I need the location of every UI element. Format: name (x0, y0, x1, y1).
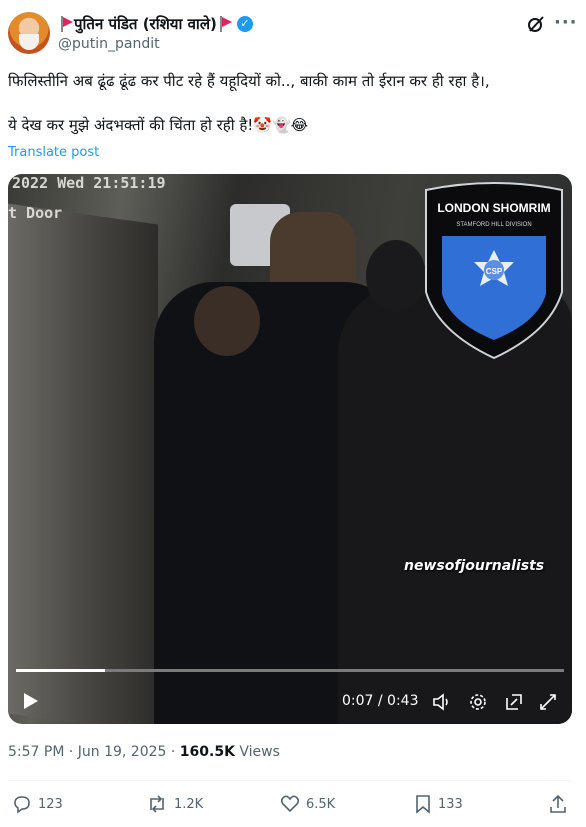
reply-icon (14, 796, 30, 814)
bookmark-count: 133 (438, 796, 463, 812)
video-time-display: 0:07 / 0:43 (342, 693, 419, 709)
author-name-row[interactable]: पुतिन पंडित (रशिया वाले) ✓ (58, 14, 253, 34)
avatar[interactable] (8, 12, 50, 54)
volume-icon[interactable] (432, 692, 452, 712)
video-player[interactable]: 2022 Wed 21:51:19 t Door LONDON SHOMRIM … (8, 174, 572, 724)
post-line-2: ये देख कर मुझे अंदभक्तों की चिंता हो रही… (8, 116, 309, 134)
shomrim-badge-icon: LONDON SHOMRIM STAMFORD HILL DIVISION CS… (425, 182, 563, 360)
badge-emblem-text: CSP (486, 267, 503, 276)
video-wall-shape (8, 203, 158, 724)
translate-post-link[interactable]: Translate post (8, 145, 99, 160)
post-meta: 5:57 PM · Jun 19, 2025 · 160.5K Views (8, 744, 280, 760)
video-person-head-shape (366, 240, 426, 312)
play-icon[interactable] (22, 692, 40, 710)
share-icon (550, 794, 566, 813)
views-count: 160.5K (179, 744, 235, 760)
like-button[interactable]: 6.5K (280, 794, 335, 814)
verified-badge-icon: ✓ (236, 16, 253, 32)
bookmark-icon (416, 795, 430, 814)
video-watermark: newsofjournalists (404, 558, 545, 574)
repost-icon (150, 795, 164, 813)
bookmark-button[interactable]: 133 (414, 794, 463, 814)
share-button[interactable] (548, 794, 574, 814)
like-count: 6.5K (306, 796, 336, 812)
repost-button[interactable]: 1.2K (146, 794, 203, 814)
fullscreen-icon[interactable] (538, 692, 558, 712)
author-display-name[interactable]: पुतिन पंडित (रशिया वाले) (74, 14, 217, 34)
more-options-icon[interactable]: ··· (554, 12, 578, 33)
badge-title: LONDON SHOMRIM (437, 201, 550, 215)
video-timestamp-overlay: 2022 Wed 21:51:19 (12, 174, 166, 192)
settings-gear-icon[interactable] (468, 692, 488, 712)
video-progress-fill (16, 669, 106, 672)
picture-in-picture-icon[interactable] (504, 692, 524, 712)
red-flag-icon (219, 16, 232, 32)
post-text: फिलिस्तीनि अब ढूंढ ढूंढ कर पीट रहे हैं य… (8, 70, 578, 136)
heart-icon (280, 795, 300, 813)
divider (8, 780, 572, 781)
grok-icon[interactable] (526, 14, 546, 34)
post-line-1: फिलिस्तीनि अब ढूंढ ढूंढ कर पीट रहे हैं य… (8, 72, 490, 90)
views-label: Views (234, 744, 280, 760)
video-progress-bar[interactable] (16, 669, 564, 672)
reply-button[interactable]: 123 (12, 794, 63, 814)
video-door-overlay: t Door (8, 204, 63, 222)
video-person-head-shape (194, 286, 260, 356)
reply-count: 123 (38, 796, 63, 812)
post-timestamp[interactable]: 5:57 PM · Jun 19, 2025 · (8, 744, 180, 760)
badge-subtitle: STAMFORD HILL DIVISION (456, 222, 531, 228)
red-flag-icon (60, 16, 73, 32)
repost-count: 1.2K (174, 796, 204, 812)
author-handle[interactable]: @putin_pandit (58, 36, 160, 52)
